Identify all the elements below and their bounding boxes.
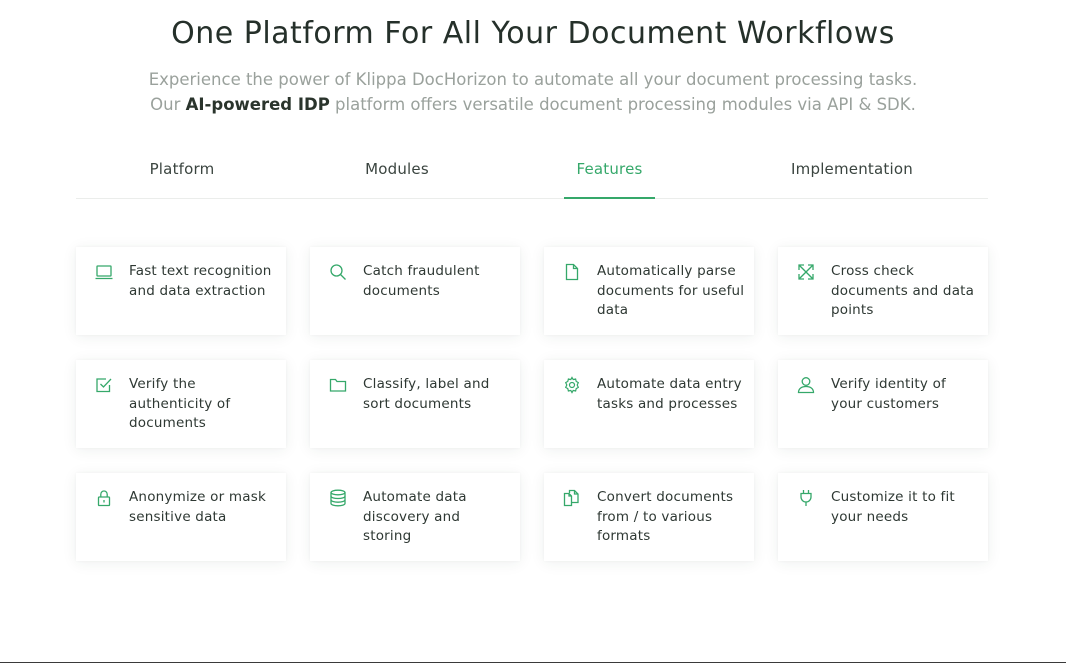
gear-icon [563, 376, 581, 394]
feature-label: Cross check documents and data points [831, 263, 975, 318]
feature-card-fraud[interactable]: Catch fraudulent documents [310, 247, 520, 335]
plug-icon [797, 489, 815, 507]
feature-label: Automatically parse documents for useful… [597, 263, 745, 318]
tab-bar: Platform Modules Features Implementation [76, 146, 988, 199]
folder-icon [329, 376, 347, 394]
subtitle-line-2-prefix: Our [150, 95, 186, 114]
subtitle-line-1: Experience the power of Klippa DocHorizo… [148, 70, 918, 89]
feature-label: Fast text recognition and data extractio… [129, 263, 272, 299]
feature-card-convert[interactable]: Convert documents from / to various form… [544, 473, 754, 561]
user-icon [797, 376, 815, 394]
feature-label: Classify, label and sort documents [363, 376, 490, 412]
feature-card-authenticity[interactable]: Verify the authenticity of documents [76, 360, 286, 448]
feature-label: Automate data discovery and storing [363, 489, 467, 544]
feature-label: Verify identity of your customers [831, 376, 947, 412]
tab-implementation[interactable]: Implementation [779, 146, 925, 198]
feature-label: Catch fraudulent documents [363, 263, 480, 299]
feature-card-anonymize[interactable]: Anonymize or mask sensitive data [76, 473, 286, 561]
checkbox-icon [95, 376, 113, 394]
file-icon [563, 263, 581, 281]
subtitle-highlight: AI-powered IDP [185, 95, 330, 114]
tab-modules[interactable]: Modules [353, 146, 441, 198]
subtitle-line-2-suffix: platform offers versatile document proce… [329, 95, 916, 114]
tab-features[interactable]: Features [564, 146, 655, 199]
tab-platform[interactable]: Platform [137, 146, 227, 198]
feature-card-parse[interactable]: Automatically parse documents for useful… [544, 247, 754, 335]
feature-label: Verify the authenticity of documents [129, 376, 231, 431]
feature-label: Convert documents from / to various form… [597, 489, 734, 544]
feature-card-discovery[interactable]: Automate data discovery and storing [310, 473, 520, 561]
expand-arrows-icon [797, 263, 815, 281]
files-icon [563, 489, 581, 507]
lock-icon [95, 489, 113, 507]
laptop-icon [95, 263, 113, 281]
search-icon [329, 263, 347, 281]
feature-label: Anonymize or mask sensitive data [129, 489, 266, 525]
subtitle-line-2: Our AI-powered IDP platform offers versa… [0, 92, 1066, 117]
feature-card-cross-check[interactable]: Cross check documents and data points [778, 247, 988, 335]
feature-card-classify[interactable]: Classify, label and sort documents [310, 360, 520, 448]
feature-card-identity[interactable]: Verify identity of your customers [778, 360, 988, 448]
feature-card-text-recognition[interactable]: Fast text recognition and data extractio… [76, 247, 286, 335]
page-title: One Platform For All Your Document Workf… [171, 16, 895, 51]
feature-card-data-entry[interactable]: Automate data entry tasks and processes [544, 360, 754, 448]
database-icon [329, 489, 347, 507]
feature-label: Customize it to fit your needs [831, 489, 955, 525]
feature-card-customize[interactable]: Customize it to fit your needs [778, 473, 988, 561]
feature-label: Automate data entry tasks and processes [597, 376, 742, 412]
